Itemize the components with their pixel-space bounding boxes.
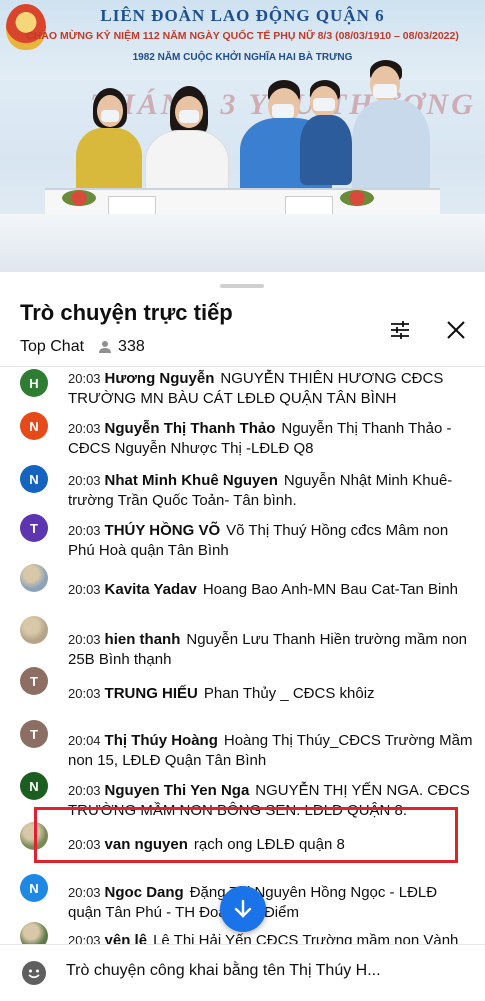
message-author[interactable]: Nguyễn Thị Thanh Thảo bbox=[105, 420, 276, 437]
event-banner: LIÊN ĐOÀN LAO ĐỘNG QUẬN 6 CHÀO MỪNG KỶ N… bbox=[0, 0, 485, 80]
avatar[interactable]: T bbox=[20, 667, 48, 695]
message-author[interactable]: Hương Nguyễn bbox=[105, 370, 215, 387]
close-button[interactable] bbox=[440, 314, 472, 346]
message-timestamp: 20:03 bbox=[68, 523, 101, 538]
message-text: Phan Thủy _ CĐCS khôiz bbox=[203, 685, 375, 702]
avatar[interactable] bbox=[20, 564, 48, 592]
chat-mode-row: Top Chat 338 bbox=[20, 338, 145, 356]
avatar[interactable] bbox=[20, 616, 48, 644]
chat-message-list[interactable]: H 20:03 Hương Nguyễn NGUYỄN THIÊN HƯƠNG CĐC… bbox=[0, 367, 485, 944]
tune-icon bbox=[391, 321, 409, 339]
message-timestamp: 20:04 bbox=[68, 733, 101, 748]
message-timestamp: 20:03 bbox=[68, 885, 101, 900]
message-author[interactable]: Kavita Yadav bbox=[105, 581, 197, 598]
viewer-count: 338 bbox=[98, 338, 145, 356]
message-text: Lê Thị Hải Yến CĐCS Trường mầm non Vành bbox=[153, 932, 459, 944]
message-timestamp: 20:03 bbox=[68, 632, 101, 647]
banner-subtitle-2: 1982 NĂM CUỘC KHỞI NGHĨA HAI BÀ TRƯNG bbox=[132, 52, 353, 63]
chat-mode-selector[interactable]: Top Chat bbox=[20, 338, 84, 356]
person-icon bbox=[99, 341, 112, 353]
message-author[interactable]: yên lê bbox=[105, 932, 148, 944]
message-timestamp: 20:03 bbox=[68, 473, 101, 488]
video-player[interactable]: LIÊN ĐOÀN LAO ĐỘNG QUẬN 6 CHÀO MỪNG KỶ N… bbox=[0, 0, 485, 272]
chat-title: Trò chuyện trực tiếp bbox=[20, 300, 233, 325]
message-timestamp: 20:03 bbox=[68, 933, 101, 944]
chat-input[interactable]: Trò chuyện công khai bằng tên Thị Thúy H… bbox=[66, 962, 381, 980]
drag-handle[interactable] bbox=[220, 284, 264, 288]
avatar[interactable]: N bbox=[20, 772, 48, 800]
avatar[interactable]: H bbox=[20, 369, 48, 397]
name-plaque bbox=[108, 196, 156, 216]
message-author[interactable]: Ngoc Dang bbox=[105, 884, 184, 901]
scroll-to-bottom-button[interactable] bbox=[220, 886, 266, 932]
chat-composer[interactable]: Trò chuyện công khai bằng tên Thị Thúy H… bbox=[0, 944, 485, 1001]
message-timestamp: 20:03 bbox=[68, 371, 101, 386]
emoji-icon[interactable] bbox=[22, 961, 46, 985]
message-author[interactable]: Nguyen Thi Yen Nga bbox=[105, 782, 250, 799]
name-plaque bbox=[285, 196, 333, 216]
flower-decoration bbox=[62, 190, 96, 206]
message-author[interactable]: TRUNG HIẾU bbox=[105, 685, 198, 702]
message-author[interactable]: Thị Thúy Hoàng bbox=[105, 732, 218, 749]
message-timestamp: 20:03 bbox=[68, 582, 101, 597]
avatar[interactable]: N bbox=[20, 465, 48, 493]
message-timestamp: 20:03 bbox=[68, 421, 101, 436]
highlight-box bbox=[34, 807, 458, 863]
viewer-count-value: 338 bbox=[118, 338, 145, 355]
avatar[interactable]: T bbox=[20, 720, 48, 748]
message-author[interactable]: Nhat Minh Khuê Nguyen bbox=[105, 472, 278, 489]
avatar[interactable]: T bbox=[20, 514, 48, 542]
stage-front bbox=[0, 214, 485, 272]
avatar[interactable]: N bbox=[20, 412, 48, 440]
message-text: Hoang Bao Anh-MN Bau Cat-Tan Binh bbox=[202, 581, 458, 598]
banner-title: LIÊN ĐOÀN LAO ĐỘNG QUẬN 6 bbox=[100, 6, 385, 25]
filter-button[interactable] bbox=[384, 314, 416, 346]
message-author[interactable]: THÚY HỒNG VÕ bbox=[105, 522, 221, 539]
message-timestamp: 20:03 bbox=[68, 686, 101, 701]
message-timestamp: 20:03 bbox=[68, 783, 101, 798]
close-icon bbox=[447, 321, 465, 339]
message-author[interactable]: hien thanh bbox=[105, 631, 181, 648]
avatar[interactable]: N bbox=[20, 874, 48, 902]
banner-subtitle: CHÀO MỪNG KỶ NIỆM 112 NĂM NGÀY QUỐC TẾ P… bbox=[26, 30, 459, 42]
arrow-down-icon bbox=[234, 899, 252, 918]
live-chat-panel: Trò chuyện trực tiếp Top Chat 338 H 20:03… bbox=[0, 272, 485, 1001]
avatar[interactable] bbox=[20, 922, 48, 944]
flower-decoration bbox=[340, 190, 374, 206]
